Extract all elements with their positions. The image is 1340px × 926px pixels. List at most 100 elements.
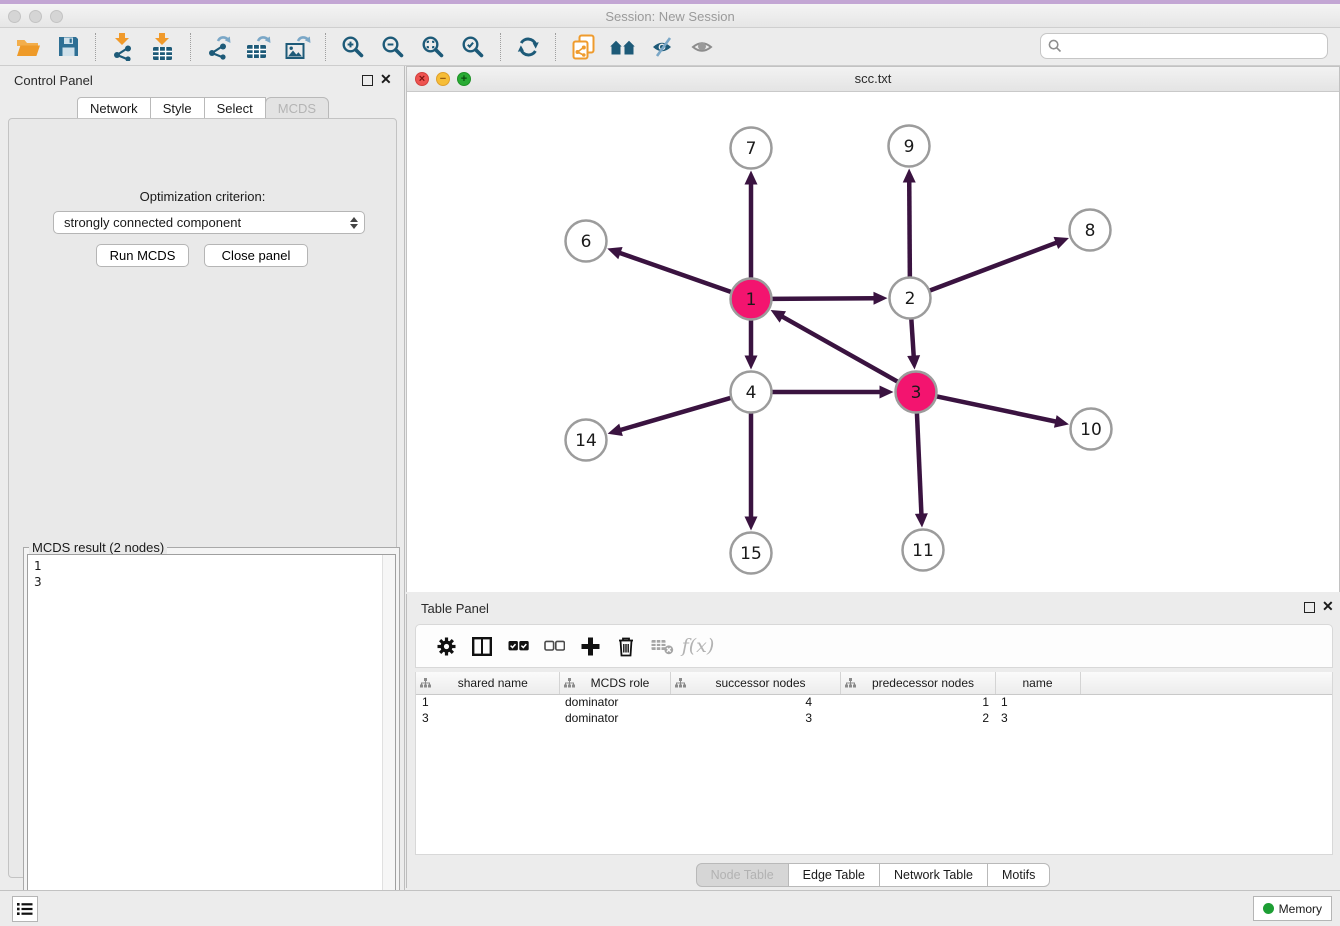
table-panel-title: Table Panel [421, 601, 489, 616]
column-type-icon [420, 678, 431, 688]
graph-edge-2-9[interactable] [909, 180, 910, 278]
graph-edge-4-14[interactable] [619, 397, 732, 430]
graph-node-label: 7 [746, 139, 757, 159]
criterion-value: strongly connected component [64, 215, 350, 230]
network-canvas[interactable]: 7968124314101511 [407, 92, 1339, 592]
zoom-fit-icon[interactable] [416, 31, 450, 63]
table-toolbar: f(x) [415, 624, 1333, 668]
hide-panels-eye-icon[interactable] [646, 31, 680, 63]
table-settings-gear-icon[interactable] [428, 628, 464, 664]
mcds-result-line: 1 [34, 558, 395, 574]
table-row[interactable]: 1 dominator 4 1 1 [416, 694, 1332, 710]
graph-edge-3-11[interactable] [917, 411, 922, 515]
mcds-result-title: MCDS result (2 nodes) [29, 540, 167, 555]
graph-edge-2-8[interactable] [928, 242, 1057, 291]
graph-edge-3-10[interactable] [935, 396, 1057, 422]
zoom-selected-icon[interactable] [456, 31, 490, 63]
open-file-icon[interactable] [11, 31, 45, 63]
close-panel-button[interactable]: Close panel [204, 244, 308, 267]
mcds-result-line: 3 [34, 574, 395, 590]
tab-network[interactable]: Network [77, 97, 151, 119]
tab-select[interactable]: Select [204, 97, 266, 119]
column-header-successor-nodes[interactable]: successor nodes [670, 672, 840, 694]
column-header-predecessor-nodes[interactable]: predecessor nodes [840, 672, 995, 694]
graph-edge-arrowhead [745, 517, 758, 531]
memory-button[interactable]: Memory [1253, 896, 1332, 921]
search-box[interactable] [1040, 33, 1328, 59]
function-builder-icon[interactable]: f(x) [680, 628, 716, 664]
mcds-result-scrollbar[interactable] [382, 555, 395, 919]
column-header-name[interactable]: name [995, 672, 1080, 694]
show-panels-eye-icon[interactable] [686, 31, 720, 63]
import-table-icon[interactable] [146, 31, 180, 63]
export-image-icon[interactable] [281, 31, 315, 63]
mcds-tab-panel: Optimization criterion: strongly connect… [8, 118, 397, 878]
graph-edge-arrowhead [607, 247, 622, 259]
table-header-row: shared name MCDS role successor nodes pr… [416, 672, 1332, 694]
tab-network-table[interactable]: Network Table [879, 863, 988, 887]
export-table-icon[interactable] [241, 31, 275, 63]
home-icon[interactable] [606, 31, 640, 63]
float-table-panel-icon[interactable] [1304, 602, 1315, 613]
graph-edge-3-1[interactable] [781, 316, 899, 382]
tab-edge-table[interactable]: Edge Table [788, 863, 880, 887]
split-panel-columns-icon[interactable] [464, 628, 500, 664]
graph-node-label: 4 [746, 383, 757, 403]
toolbar-separator [190, 33, 191, 61]
zoom-in-icon[interactable] [336, 31, 370, 63]
toolbar-separator [555, 33, 556, 61]
control-panel-header: Control Panel ✕ [0, 66, 404, 96]
search-input[interactable] [1062, 36, 1327, 56]
node-table[interactable]: shared name MCDS role successor nodes pr… [415, 672, 1333, 855]
close-panel-icon[interactable]: ✕ [380, 71, 392, 88]
network-window-titlebar: × − + scc.txt [407, 67, 1339, 92]
task-history-button[interactable] [12, 896, 38, 922]
zoom-out-icon[interactable] [376, 31, 410, 63]
tab-motifs[interactable]: Motifs [987, 863, 1050, 887]
column-type-icon [564, 678, 575, 688]
run-mcds-button[interactable]: Run MCDS [96, 244, 189, 267]
delete-column-trash-icon[interactable] [608, 628, 644, 664]
float-panel-icon[interactable] [362, 75, 373, 86]
graph-node-label: 8 [1085, 221, 1096, 241]
tab-mcds[interactable]: MCDS [265, 97, 329, 119]
graph-node-label: 6 [581, 232, 592, 252]
graph-edge-arrowhead [608, 424, 623, 436]
memory-status-dot [1263, 903, 1274, 914]
criterion-dropdown[interactable]: strongly connected component [53, 211, 365, 234]
graph-edge-arrowhead [907, 355, 920, 369]
graph-edge-1-6[interactable] [619, 252, 733, 292]
column-header-mcds-role[interactable]: MCDS role [559, 672, 670, 694]
export-network-icon[interactable] [201, 31, 235, 63]
graph-node-label: 1 [746, 290, 757, 310]
dropdown-stepper-icon [350, 217, 358, 229]
tab-node-table[interactable]: Node Table [696, 863, 789, 887]
main-toolbar [0, 28, 1340, 66]
tab-style[interactable]: Style [150, 97, 205, 119]
deselect-all-columns-icon[interactable] [536, 628, 572, 664]
column-type-icon [675, 678, 686, 688]
mcds-result-fieldset: MCDS result (2 nodes) 1 3 [23, 547, 400, 925]
add-column-plus-icon[interactable] [572, 628, 608, 664]
delete-table-icon[interactable] [644, 628, 680, 664]
close-table-panel-icon[interactable]: ✕ [1322, 598, 1334, 615]
column-header-shared-name[interactable]: shared name [416, 672, 559, 694]
graph-edge-1-2[interactable] [770, 298, 875, 299]
mcds-result-text[interactable]: 1 3 [27, 554, 396, 920]
graph-edge-2-3[interactable] [911, 317, 914, 357]
table-row[interactable]: 3 dominator 3 2 3 [416, 710, 1332, 726]
graph-edge-arrowhead [880, 386, 894, 399]
apply-layout-icon[interactable] [511, 31, 545, 63]
select-all-columns-icon[interactable] [500, 628, 536, 664]
toolbar-separator [95, 33, 96, 61]
save-session-icon[interactable] [51, 31, 85, 63]
network-title: scc.txt [407, 71, 1339, 86]
graph-node-label: 9 [904, 137, 915, 157]
control-panel-tabs: Network Style Select MCDS [78, 97, 329, 119]
network-graph[interactable]: 7968124314101511 [407, 92, 1339, 592]
column-header-filler [1080, 672, 1332, 694]
import-network-icon[interactable] [106, 31, 140, 63]
table-panel: Table Panel ✕ f(x) shar [406, 594, 1340, 888]
graph-edge-arrowhead [915, 513, 928, 527]
duplicate-network-icon[interactable] [566, 31, 600, 63]
